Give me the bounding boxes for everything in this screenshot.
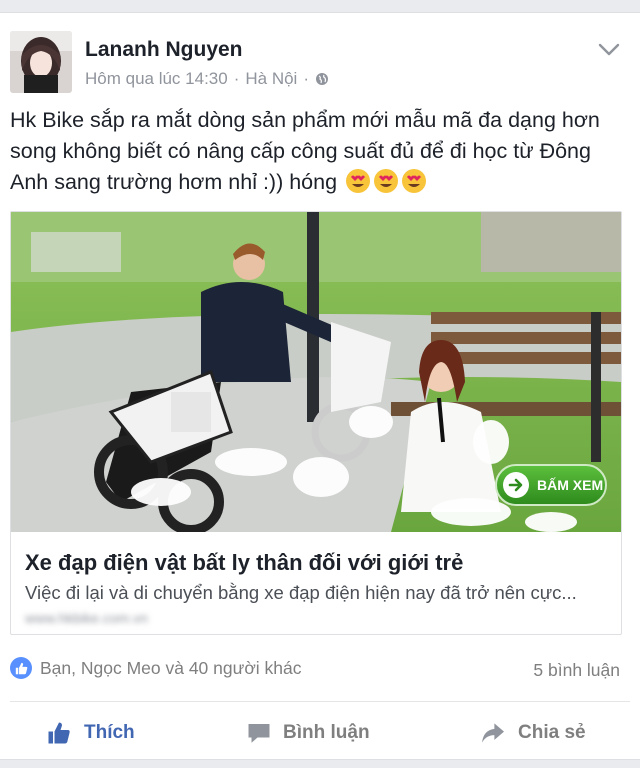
heart-eyes-emoji-icon (373, 168, 399, 203)
heart-eyes-emoji-icon (401, 168, 427, 203)
comments-count[interactable]: 5 bình luận (533, 660, 620, 681)
post-text: Hk Bike sắp ra mắt dòng sản phẩm mới mẫu… (10, 105, 630, 203)
post-meta: Hôm qua lúc 14:30 · Hà Nội · (85, 69, 329, 89)
share-icon (482, 723, 504, 743)
post-body: Hk Bike sắp ra mắt dòng sản phẩm mới mẫu… (10, 108, 600, 194)
link-preview-image[interactable]: BẤM XEM (11, 212, 621, 532)
comment-label: Bình luận (283, 722, 370, 743)
chevron-down-icon[interactable] (598, 43, 620, 62)
thumbs-up-icon (48, 722, 70, 744)
author-name[interactable]: Lananh Nguyen (85, 38, 243, 62)
meta-separator: · (233, 69, 240, 88)
post-location[interactable]: Hà Nội (245, 69, 297, 89)
reactions-text[interactable]: Bạn, Ngọc Meo và 40 người khác (40, 658, 302, 679)
reactions-summary[interactable]: Bạn, Ngọc Meo và 40 người khác (10, 657, 302, 679)
link-domain: www.hkbike.com.vn (25, 610, 148, 626)
comment-icon (248, 724, 270, 743)
link-description: Việc đi lại và di chuyển bằng xe đạp điệ… (25, 582, 577, 603)
link-preview-card[interactable]: BẤM XEM Xe đạp điện vật bất ly thân đối … (10, 211, 622, 635)
share-button[interactable]: Chia sẻ (480, 713, 586, 753)
globe-icon[interactable] (315, 72, 329, 86)
cta-button[interactable]: BẤM XEM (495, 464, 607, 506)
like-badge-icon (10, 657, 32, 679)
share-label: Chia sẻ (518, 722, 586, 743)
divider (10, 701, 630, 702)
avatar[interactable] (10, 31, 72, 93)
link-title[interactable]: Xe đạp điện vật bất ly thân đối với giới… (25, 550, 463, 576)
arrow-right-icon (503, 472, 529, 498)
post-card: Lananh Nguyen Hôm qua lúc 14:30 · Hà Nội… (0, 12, 640, 760)
cta-label: BẤM XEM (537, 477, 604, 493)
heart-eyes-emoji-icon (345, 168, 371, 203)
comment-button[interactable]: Bình luận (247, 713, 370, 753)
like-button[interactable]: Thích (46, 713, 135, 753)
like-label: Thích (84, 722, 135, 743)
post-time[interactable]: Hôm qua lúc 14:30 (85, 69, 228, 89)
action-bar: Thích Bình luận Chia sẻ (0, 713, 640, 753)
meta-separator: · (303, 69, 310, 88)
